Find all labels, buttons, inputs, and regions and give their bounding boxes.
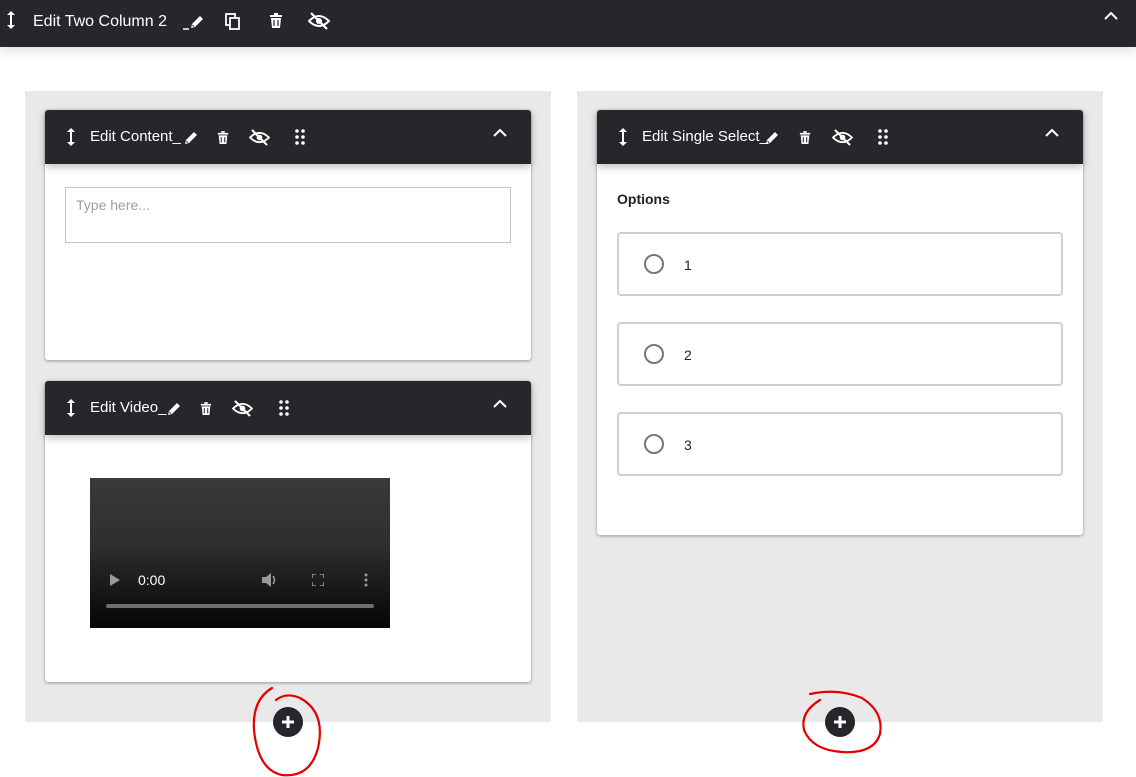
- move-vertical-icon[interactable]: [65, 398, 77, 418]
- radio-button[interactable]: [644, 434, 664, 454]
- video-time: 0:00: [138, 572, 166, 588]
- section-toolbar: Edit Two Column 2: [0, 0, 1136, 47]
- trash-icon[interactable]: [269, 13, 283, 29]
- trash-icon[interactable]: [200, 402, 212, 416]
- play-icon[interactable]: [110, 574, 120, 586]
- option-label: 2: [684, 347, 692, 363]
- pencil-icon[interactable]: [183, 13, 205, 31]
- plus-icon: [282, 716, 294, 728]
- chevron-up-icon[interactable]: [493, 399, 507, 409]
- eye-off-icon[interactable]: [232, 400, 253, 417]
- trash-icon[interactable]: [217, 131, 229, 145]
- pencil-icon[interactable]: [183, 130, 199, 146]
- content-textarea[interactable]: Type here...: [65, 187, 511, 243]
- pencil-icon[interactable]: [166, 401, 182, 417]
- section-title: Edit Two Column 2: [33, 13, 167, 30]
- chevron-up-icon[interactable]: [1045, 128, 1059, 138]
- drag-handle-icon[interactable]: [295, 129, 305, 145]
- move-vertical-icon[interactable]: [617, 127, 629, 147]
- radio-button[interactable]: [644, 344, 664, 364]
- options-label: Options: [617, 191, 670, 207]
- video-card-header: Edit Video_: [45, 381, 531, 435]
- eye-off-icon[interactable]: [832, 129, 853, 146]
- eye-off-icon[interactable]: [308, 12, 330, 30]
- video-card-title: Edit Video_: [90, 399, 167, 416]
- textarea-placeholder: Type here...: [76, 197, 150, 213]
- single-select-card-title: Edit Single Select_: [642, 128, 768, 145]
- content-card-title: Edit Content_: [90, 128, 181, 145]
- copy-icon[interactable]: [225, 13, 241, 31]
- single-select-card-header: Edit Single Select_: [597, 110, 1083, 164]
- video-player[interactable]: 0:00: [90, 478, 390, 628]
- option-3[interactable]: 3: [617, 412, 1063, 476]
- video-card: Edit Video_ 0:00: [45, 381, 531, 682]
- move-vertical-icon[interactable]: [4, 10, 18, 30]
- add-block-button-left[interactable]: [273, 707, 303, 737]
- add-block-button-right[interactable]: [825, 707, 855, 737]
- option-label: 3: [684, 437, 692, 453]
- plus-icon: [834, 716, 846, 728]
- fullscreen-icon[interactable]: [312, 574, 324, 586]
- eye-off-icon[interactable]: [249, 129, 270, 146]
- drag-handle-icon[interactable]: [279, 400, 289, 416]
- content-card: Edit Content_ Type here...: [45, 110, 531, 360]
- chevron-up-icon[interactable]: [493, 128, 507, 138]
- chevron-up-icon[interactable]: [1104, 11, 1118, 21]
- content-card-header: Edit Content_: [45, 110, 531, 164]
- radio-button[interactable]: [644, 254, 664, 274]
- pencil-icon[interactable]: [764, 130, 780, 146]
- drag-handle-icon[interactable]: [878, 129, 888, 145]
- move-vertical-icon[interactable]: [65, 127, 77, 147]
- option-label: 1: [684, 257, 692, 273]
- more-options-icon[interactable]: [364, 573, 368, 587]
- video-progress-bar[interactable]: [106, 604, 374, 608]
- trash-icon[interactable]: [799, 131, 811, 145]
- volume-icon[interactable]: [262, 573, 278, 587]
- option-1[interactable]: 1: [617, 232, 1063, 296]
- option-2[interactable]: 2: [617, 322, 1063, 386]
